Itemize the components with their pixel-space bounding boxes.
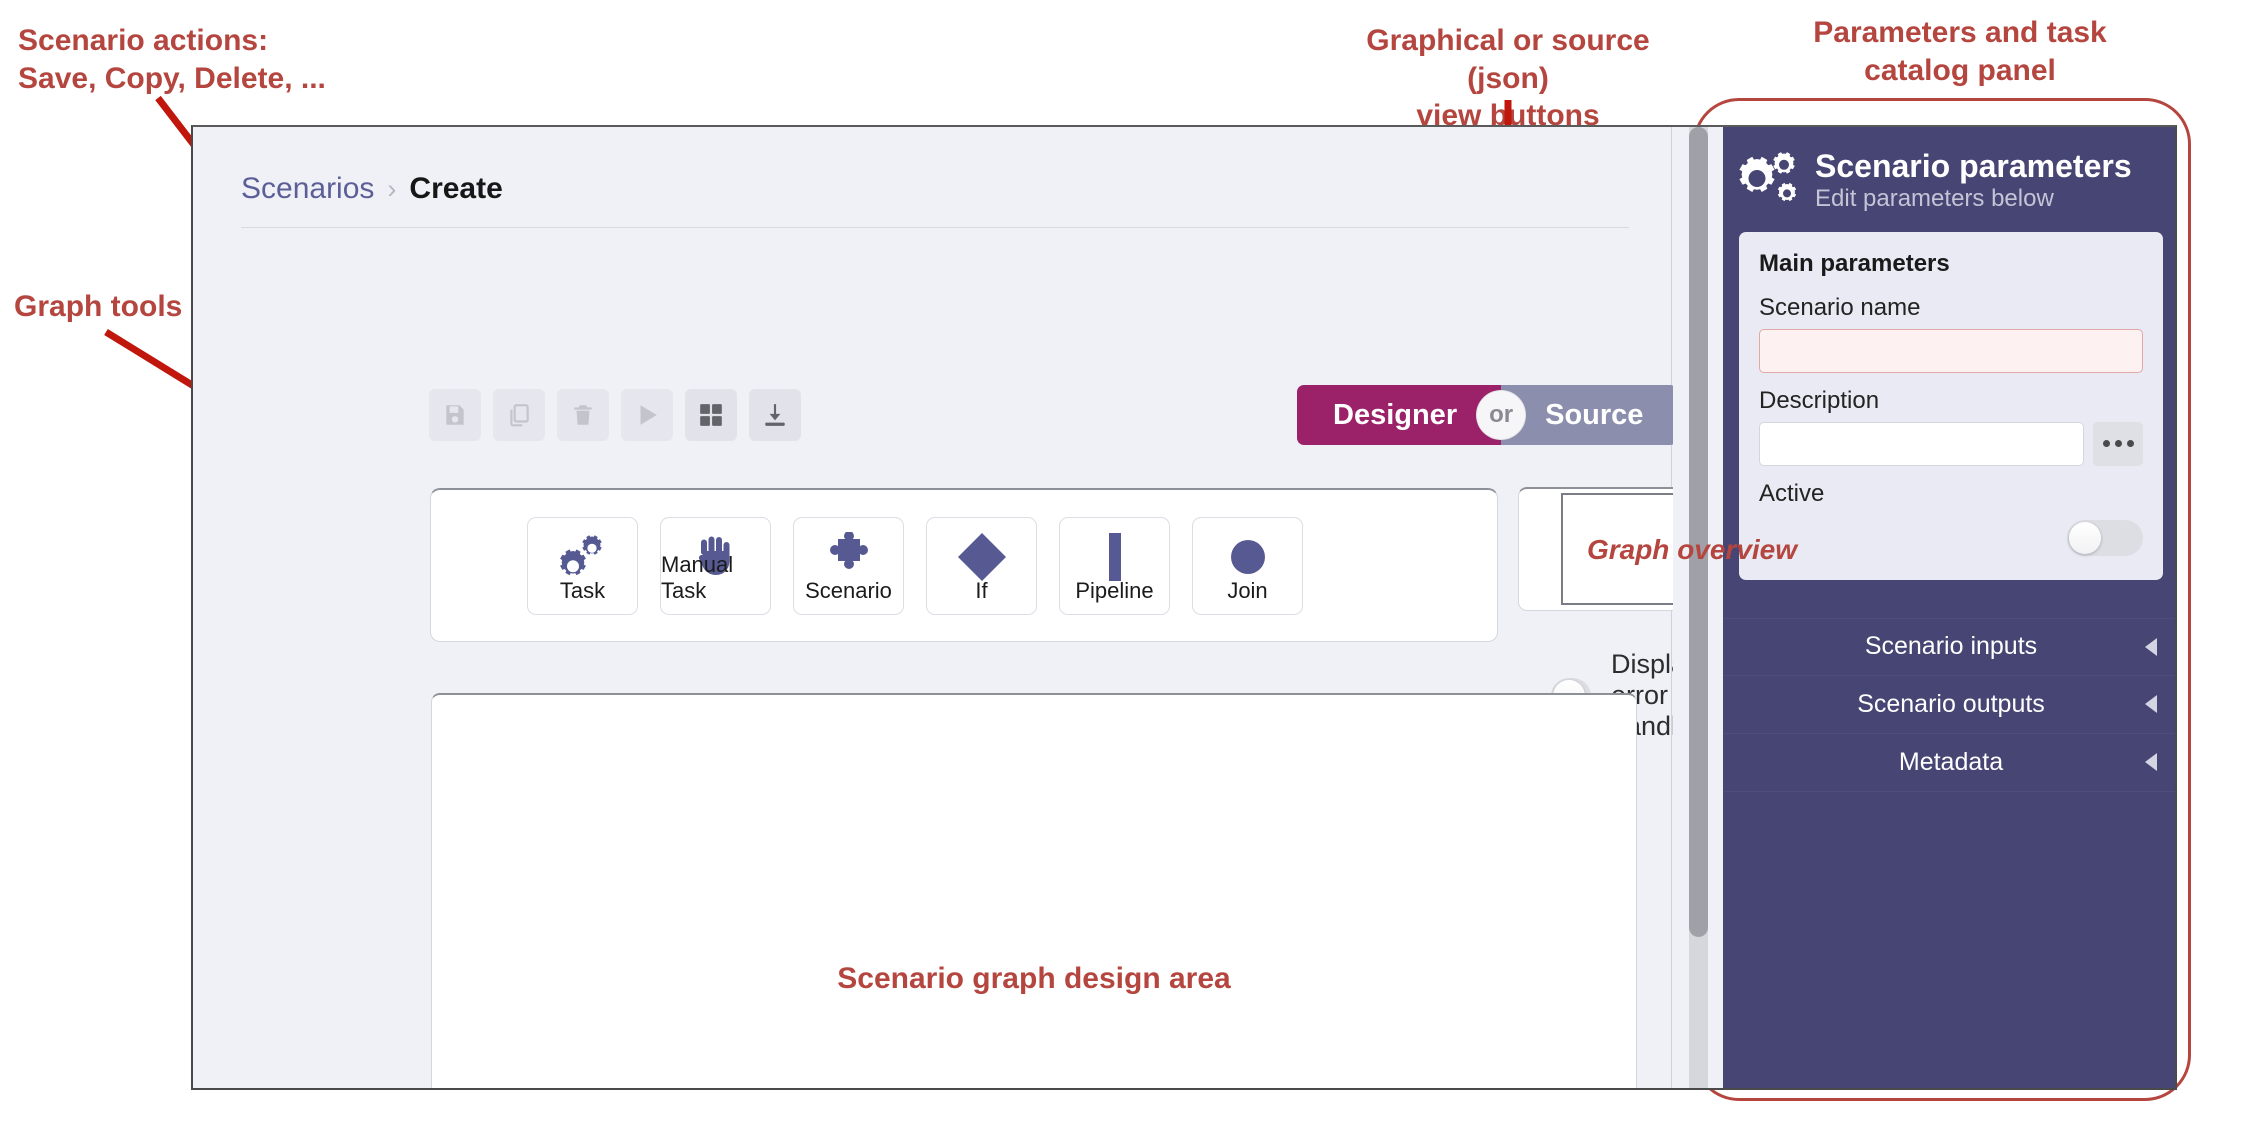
scenario-graph-canvas[interactable]: Scenario graph design area xyxy=(431,693,1637,1088)
section-metadata[interactable]: Metadata xyxy=(1723,734,2175,792)
ellipsis-icon xyxy=(2114,440,2122,448)
ellipsis-icon xyxy=(2126,440,2134,448)
annotation-graph-tools: Graph tools xyxy=(14,290,183,323)
node-palette: Task Manual Task Scenario If Pipeline Jo… xyxy=(430,488,1498,642)
chevron-left-icon xyxy=(2145,695,2157,714)
circle-icon xyxy=(1193,530,1302,584)
palette-node-label: Pipeline xyxy=(1075,577,1154,603)
save-button[interactable] xyxy=(429,389,481,441)
panel-title: Scenario parameters xyxy=(1815,148,2132,184)
play-icon xyxy=(634,402,660,428)
download-icon xyxy=(762,402,788,428)
grid-icon xyxy=(698,402,724,428)
main-parameters-title: Main parameters xyxy=(1759,249,1950,277)
panel-subtitle: Edit parameters below xyxy=(1815,184,2054,212)
source-button[interactable]: Source xyxy=(1501,385,1678,445)
breadcrumb-current: Create xyxy=(409,172,503,205)
graph-toolbar xyxy=(429,389,801,441)
or-label: or xyxy=(1489,401,1514,428)
panel-scroll-gutter xyxy=(1673,127,1723,1088)
copy-button[interactable] xyxy=(493,389,545,441)
annotation-canvas: Scenario graph design area xyxy=(837,962,1231,995)
trash-icon xyxy=(570,402,596,428)
main-content-area: Scenarios › Create Designer or Source Ta… xyxy=(193,127,1866,1088)
breadcrumb-scenarios-link[interactable]: Scenarios xyxy=(241,172,374,206)
palette-node-label: If xyxy=(975,577,988,603)
description-more-button[interactable] xyxy=(2093,421,2143,466)
palette-node-manual-task[interactable]: Manual Task xyxy=(660,516,771,615)
palette-node-label: Scenario xyxy=(805,577,892,603)
designer-label: Designer xyxy=(1333,398,1458,431)
panel-header: Scenario parameters Edit parameters belo… xyxy=(1723,127,2175,230)
scenario-name-input[interactable] xyxy=(1759,328,2143,373)
section-scenario-inputs[interactable]: Scenario inputs xyxy=(1723,617,2175,676)
annotation-panel-note: Parameters and task catalog panel xyxy=(1813,16,2107,87)
section-label: Scenario inputs xyxy=(1864,632,2038,661)
panel-sections: Scenario inputs Scenario outputs Metadat… xyxy=(1723,617,2175,792)
description-input[interactable] xyxy=(1759,421,2084,466)
delete-button[interactable] xyxy=(557,389,609,441)
active-label: Active xyxy=(1759,479,1825,507)
description-row xyxy=(1759,421,2143,466)
palette-node-label: Join xyxy=(1227,577,1268,603)
palette-node-label: Manual Task xyxy=(661,551,734,603)
palette-node-scenario[interactable]: Scenario xyxy=(793,516,904,615)
or-badge: or xyxy=(1477,391,1526,439)
annotation-scenario-actions: Scenario actions: Save, Copy, Delete, ..… xyxy=(18,24,326,95)
breadcrumb-separator-icon: › xyxy=(387,173,397,204)
bar-icon xyxy=(1060,530,1169,584)
palette-node-if[interactable]: If xyxy=(926,516,1037,615)
palette-node-label: Task xyxy=(559,577,606,603)
copy-icon xyxy=(506,402,532,428)
scenario-parameters-panel: Scenario parameters Edit parameters belo… xyxy=(1723,127,2175,1088)
designer-button[interactable]: Designer xyxy=(1297,385,1502,445)
puzzle-icon xyxy=(794,530,903,584)
main-parameters-card: Main parameters Scenario name Descriptio… xyxy=(1739,231,2163,580)
section-label: Scenario outputs xyxy=(1857,689,2045,718)
palette-node-task[interactable]: Task xyxy=(527,516,638,615)
breadcrumb: Scenarios › Create xyxy=(241,172,503,206)
save-icon xyxy=(442,402,468,428)
source-label: Source xyxy=(1545,398,1644,431)
chevron-left-icon xyxy=(2145,753,2157,772)
application-window: Scenarios › Create Designer or Source Ta… xyxy=(191,125,2177,1090)
layout-button[interactable] xyxy=(685,389,737,441)
palette-node-pipeline[interactable]: Pipeline xyxy=(1059,516,1170,615)
run-button[interactable] xyxy=(621,389,673,441)
palette-node-join[interactable]: Join xyxy=(1192,516,1303,615)
export-button[interactable] xyxy=(749,389,801,441)
breadcrumb-divider xyxy=(241,227,1629,228)
section-label: Metadata xyxy=(1898,747,2004,776)
gears-icon xyxy=(528,530,637,584)
view-mode-toggle[interactable]: Designer or Source xyxy=(1297,385,1678,445)
diamond-icon xyxy=(927,530,1036,584)
active-toggle[interactable] xyxy=(2067,519,2143,556)
ellipsis-icon xyxy=(2102,440,2110,448)
chevron-left-icon xyxy=(2145,637,2157,656)
description-label: Description xyxy=(1759,386,1880,414)
annotation-graph-overview: Graph overview xyxy=(1586,533,1798,565)
gears-icon xyxy=(1739,151,1801,212)
section-scenario-outputs[interactable]: Scenario outputs xyxy=(1723,676,2175,734)
scenario-name-label: Scenario name xyxy=(1759,293,1921,321)
toggle-knob xyxy=(2069,521,2101,554)
active-toggle-row xyxy=(1759,519,2143,556)
annotation-view-buttons: Graphical or source (json) view buttons xyxy=(1366,24,1650,132)
